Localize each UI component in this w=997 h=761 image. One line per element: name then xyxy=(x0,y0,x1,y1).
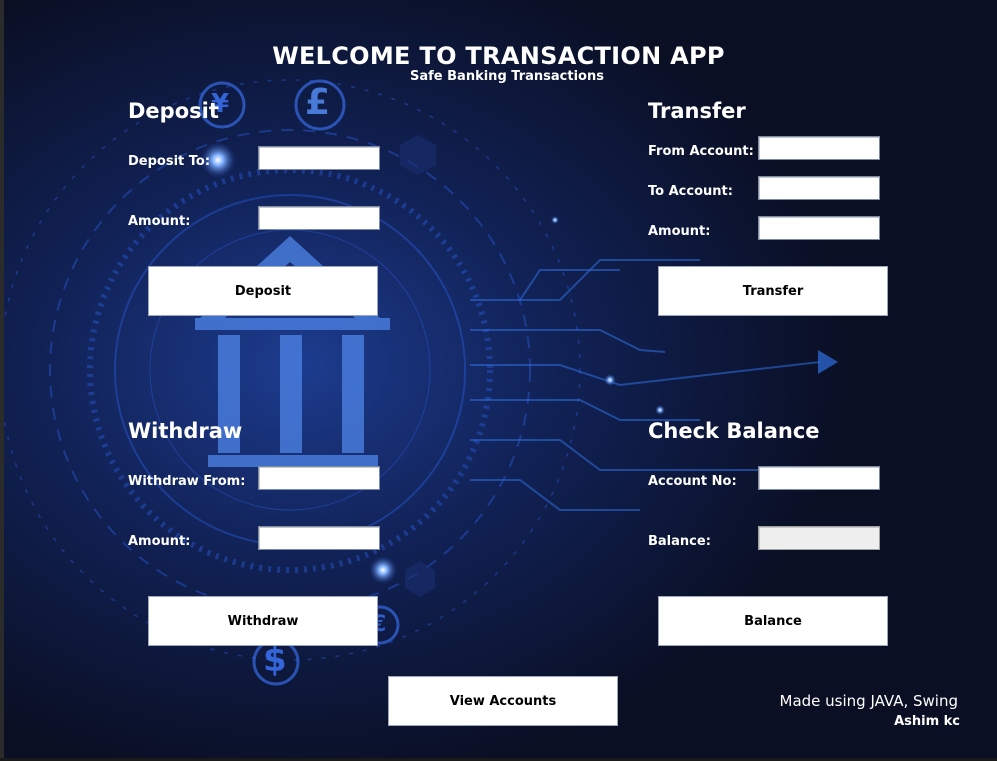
app-subtitle: Safe Banking Transactions xyxy=(410,69,604,84)
transfer-to-field[interactable] xyxy=(758,176,880,200)
deposit-to-label: Deposit To: xyxy=(128,154,211,169)
balance-button[interactable]: Balance xyxy=(658,596,888,646)
balance-output-field xyxy=(758,526,880,550)
view-accounts-button[interactable]: View Accounts xyxy=(388,676,618,726)
withdraw-amount-field[interactable] xyxy=(258,526,380,550)
transfer-from-label: From Account: xyxy=(648,144,754,159)
account-no-label: Account No: xyxy=(648,474,737,489)
withdraw-button[interactable]: Withdraw xyxy=(148,596,378,646)
deposit-heading: Deposit xyxy=(128,99,219,123)
transfer-to-label: To Account: xyxy=(648,184,733,199)
deposit-amount-label: Amount: xyxy=(128,214,191,229)
transfer-heading: Transfer xyxy=(648,99,746,123)
balance-label: Balance: xyxy=(648,534,711,549)
pound-icon: £ xyxy=(305,82,331,123)
deposit-to-field[interactable] xyxy=(258,146,380,170)
check-balance-heading: Check Balance xyxy=(648,419,820,443)
account-no-field[interactable] xyxy=(758,466,880,490)
transfer-button[interactable]: Transfer xyxy=(658,266,888,316)
dollar-icon: $ xyxy=(263,640,287,680)
transfer-from-field[interactable] xyxy=(758,136,880,160)
deposit-button[interactable]: Deposit xyxy=(148,266,378,316)
withdraw-from-label: Withdraw From: xyxy=(128,474,246,489)
window-left-edge xyxy=(0,0,4,761)
transfer-amount-field[interactable] xyxy=(758,216,880,240)
deposit-amount-field[interactable] xyxy=(258,206,380,230)
app-title: WELCOME TO TRANSACTION APP xyxy=(272,42,725,70)
withdraw-from-field[interactable] xyxy=(258,466,380,490)
withdraw-amount-label: Amount: xyxy=(128,534,191,549)
author-name: Ashim kc xyxy=(894,714,960,729)
credit-text: Made using JAVA, Swing xyxy=(779,692,958,710)
withdraw-heading: Withdraw xyxy=(128,419,243,443)
transfer-amount-label: Amount: xyxy=(648,224,711,239)
